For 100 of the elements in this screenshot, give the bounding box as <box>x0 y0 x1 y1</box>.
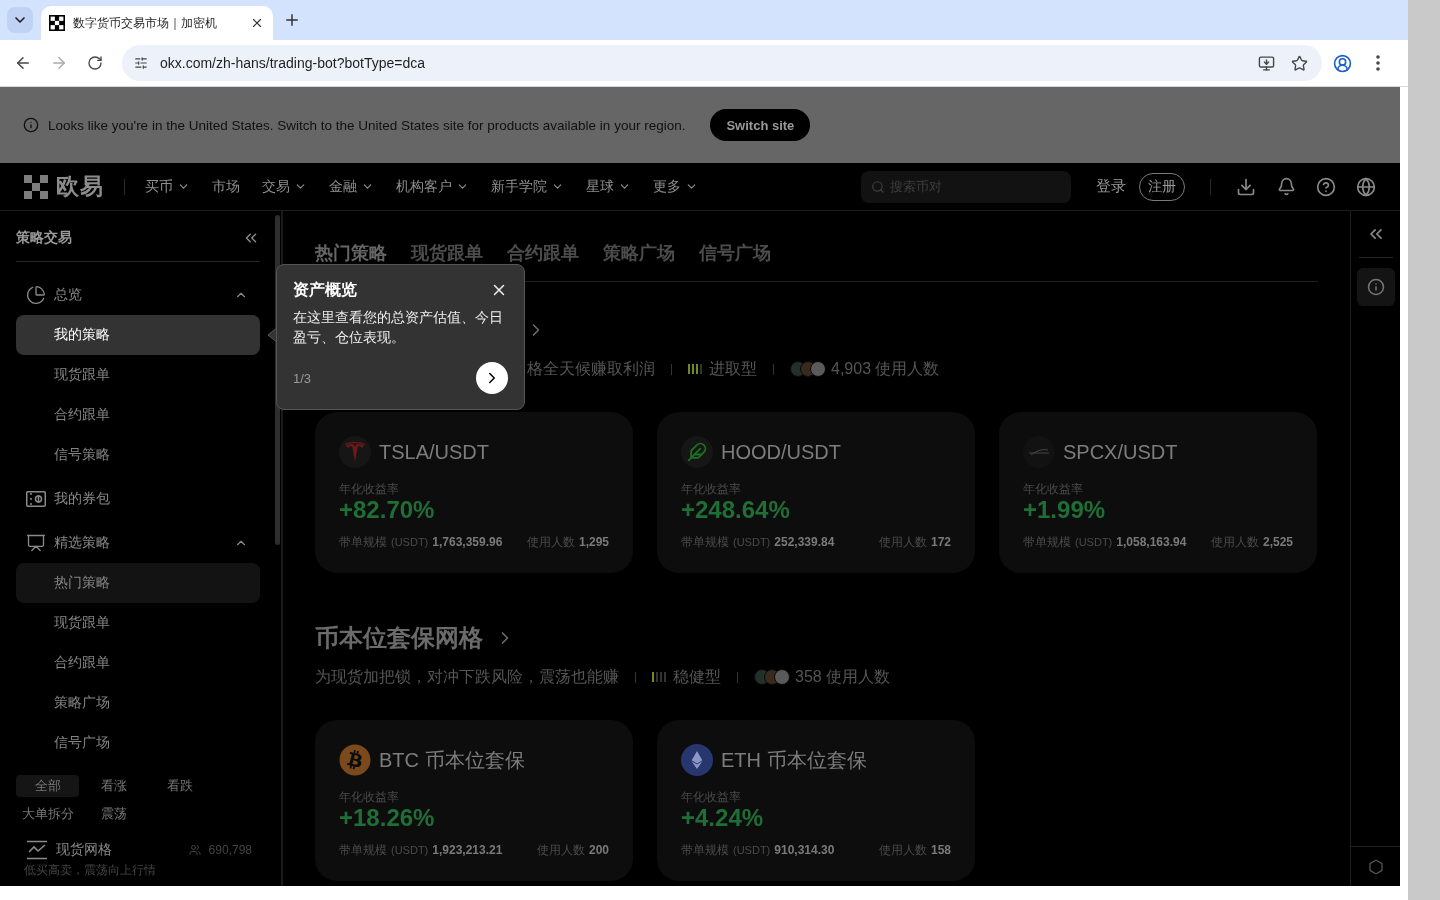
browser-tab[interactable]: 数字货币交易市场｜加密机 <box>41 6 273 40</box>
forward-arrow-icon <box>50 54 68 72</box>
nav-menu-item[interactable]: 交易 <box>262 177 307 196</box>
scale-value: 252,339.84 <box>774 534 835 549</box>
ethereum-icon <box>681 744 713 776</box>
scale-value: 1,058,163.94 <box>1116 534 1187 549</box>
pair-name: ETH 币本位套保 <box>721 747 867 773</box>
filter-chip[interactable]: 看涨 <box>82 775 145 797</box>
filter-chip[interactable]: 看跌 <box>148 775 211 797</box>
step-counter: 1/3 <box>293 370 312 386</box>
sidebar-item[interactable]: 策略广场 <box>16 683 260 723</box>
scale-unit: (USDT) <box>733 843 771 856</box>
scale-unit: (USDT) <box>733 535 771 548</box>
sidebar-item[interactable]: 现货跟单 <box>16 355 260 395</box>
scale-value: 910,314.30 <box>774 842 835 857</box>
sidebar-item[interactable]: 信号广场 <box>16 723 260 763</box>
avatar-icon <box>774 669 790 685</box>
globe-icon <box>1356 176 1376 197</box>
search-icon <box>871 179 885 194</box>
users-value: 172 <box>930 534 951 549</box>
install-icon <box>1257 54 1275 72</box>
nav-menu-item[interactable]: 星球 <box>586 177 631 196</box>
users-label: 使用人数 <box>1210 533 1259 551</box>
user-count: 690,798 <box>208 843 252 857</box>
filter-chip[interactable]: 大单拆分 <box>16 803 79 825</box>
risk-label: 进取型 <box>709 358 757 379</box>
switch-site-button[interactable]: Switch site <box>710 109 811 141</box>
address-bar[interactable]: okx.com/zh-hans/trading-bot?botType=dca <box>122 45 1322 81</box>
users-label: 使用人数 <box>526 533 575 551</box>
filter-chip[interactable]: 全部 <box>16 775 79 797</box>
sidebar-group[interactable]: 总览 <box>16 275 260 315</box>
apy-value: +248.64% <box>681 496 791 524</box>
help-button[interactable] <box>1316 176 1336 197</box>
swoosh-logo-icon <box>1023 436 1055 468</box>
tune-icon <box>134 56 148 70</box>
sidebar-item[interactable]: 我的策略 <box>16 315 260 355</box>
voucher-icon <box>26 491 46 507</box>
users-value: 1,295 <box>578 534 609 549</box>
nav-menu-item[interactable]: 机构客户 <box>396 177 469 196</box>
sidebar-title: 策略交易 <box>16 229 72 247</box>
nav-menu-item[interactable]: 市场 <box>212 177 240 196</box>
section-description: 为现货加把锁，对冲下跌风险，震荡也能赚 <box>315 666 619 687</box>
sidebar-item[interactable]: 合约跟单 <box>16 395 260 435</box>
info-icon <box>23 117 39 133</box>
pair-name: SPCX/USDT <box>1063 440 1178 464</box>
download-button[interactable] <box>1236 176 1256 197</box>
user-count: 358 使用人数 <box>795 666 891 687</box>
next-button[interactable] <box>476 362 508 394</box>
scale-value: 1,923,213.21 <box>432 842 503 857</box>
sidebar-item[interactable]: 热门策略 <box>16 563 260 603</box>
tooltip-text: 在这里查看您的总资产估值、今日盈亏、仓位表现。 <box>293 308 504 347</box>
tab-title: 数字货币交易市场｜加密机 <box>73 14 218 32</box>
pair-name: TSLA/USDT <box>379 440 490 464</box>
sidebar-item[interactable]: 现货跟单 <box>16 603 260 643</box>
logo-icon <box>24 174 48 199</box>
nav-menu-item[interactable]: 买币 <box>145 177 190 196</box>
plus-icon <box>283 11 301 29</box>
profile-icon <box>1332 53 1352 73</box>
user-count: 4,903 使用人数 <box>831 358 940 379</box>
nav-menu-item[interactable]: 金融 <box>329 177 374 196</box>
sidebar-item[interactable]: 信号策略 <box>16 435 260 475</box>
nav-menu-item[interactable]: 新手学院 <box>491 177 564 196</box>
bell-icon <box>1276 177 1296 196</box>
language-button[interactable] <box>1356 176 1376 197</box>
apy-label: 年化收益率 <box>339 482 400 496</box>
tab[interactable]: 热门策略 <box>315 240 387 265</box>
section-description: 格全天候赚取利润 <box>527 358 655 379</box>
apy-label: 年化收益率 <box>681 790 742 804</box>
pair-name: BTC 币本位套保 <box>379 747 525 773</box>
scale-value: 1,763,359.96 <box>432 534 503 549</box>
users-value: 2,525 <box>1262 534 1293 549</box>
apy-label: 年化收益率 <box>1023 482 1084 496</box>
apy-value: +18.26% <box>339 804 436 832</box>
reload-icon <box>87 55 103 71</box>
risk-label: 稳健型 <box>673 666 721 687</box>
users-value: 200 <box>588 842 609 857</box>
login-link[interactable]: 登录 <box>1096 177 1126 196</box>
pair-name: HOOD/USDT <box>721 440 841 464</box>
apy-label: 年化收益率 <box>339 790 400 804</box>
grid-line-icon <box>26 840 48 860</box>
users-value: 158 <box>930 842 951 857</box>
users-label: 使用人数 <box>878 533 927 551</box>
info-button[interactable] <box>1356 268 1395 306</box>
filter-chip[interactable]: 震荡 <box>82 803 145 825</box>
notifications-button[interactable] <box>1276 176 1296 197</box>
sidebar-link[interactable]: 我的券包 <box>16 479 260 519</box>
scale-unit: (USDT) <box>1075 535 1113 548</box>
strategy-name: 现货网格 <box>56 841 113 859</box>
feather-icon <box>681 436 713 468</box>
nav-menu-item[interactable]: 更多 <box>653 177 698 196</box>
sidebar-group[interactable]: 精选策略 <box>16 523 260 563</box>
menu-icon <box>1376 55 1380 71</box>
sidebar-item[interactable]: 合约跟单 <box>16 643 260 683</box>
bitcoin-icon <box>339 744 371 776</box>
info-icon <box>1366 278 1385 296</box>
hexagon-icon[interactable] <box>1367 858 1384 875</box>
close-icon <box>250 16 264 30</box>
users-label: 使用人数 <box>878 841 927 859</box>
favicon-icon <box>49 15 65 31</box>
tab-list-button[interactable] <box>7 7 33 33</box>
